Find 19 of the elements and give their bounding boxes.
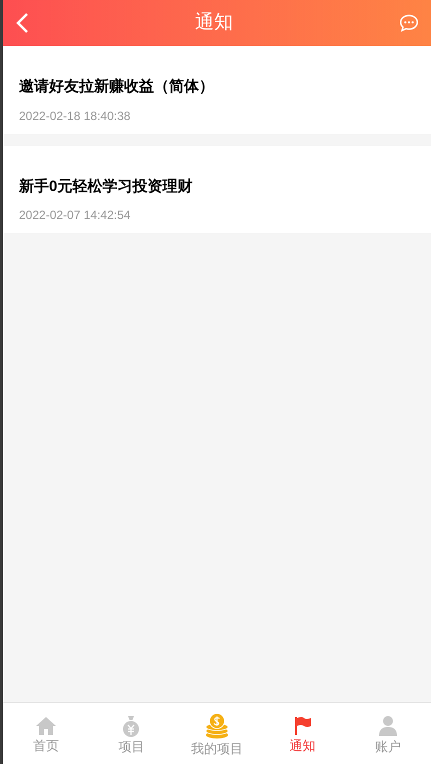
notice-title: 新手0元轻松学习投资理财 (19, 176, 194, 196)
person-icon (378, 714, 398, 736)
chat-bubble-icon[interactable] (399, 14, 419, 32)
notice-time: 2022-02-07 14:42:54 (19, 207, 132, 224)
money-bag-icon (121, 714, 142, 736)
back-icon[interactable] (15, 12, 29, 34)
page-title: 通知 (195, 10, 233, 35)
tab-bar-item[interactable]: 通知 (260, 703, 346, 764)
tab-bar-item[interactable]: 项目 (88, 703, 174, 764)
coin-stack-icon (204, 712, 230, 738)
tab-bar-item[interactable]: 首页 (3, 703, 89, 764)
flag-icon (294, 716, 312, 736)
notice-title: 邀请好友拉新赚收益（简体） (19, 77, 215, 97)
notice-card[interactable]: 新手0元轻松学习投资理财 2022-02-07 14:42:54 (3, 146, 431, 233)
tab-bar-item[interactable]: 我的项目 (174, 703, 260, 764)
tab-bar-item[interactable]: 账户 (345, 703, 431, 764)
house-icon (34, 716, 57, 736)
notice-card[interactable]: 邀请好友拉新赚收益（简体） 2022-02-18 18:40:38 (3, 46, 431, 134)
notice-time: 2022-02-18 18:40:38 (19, 108, 132, 124)
